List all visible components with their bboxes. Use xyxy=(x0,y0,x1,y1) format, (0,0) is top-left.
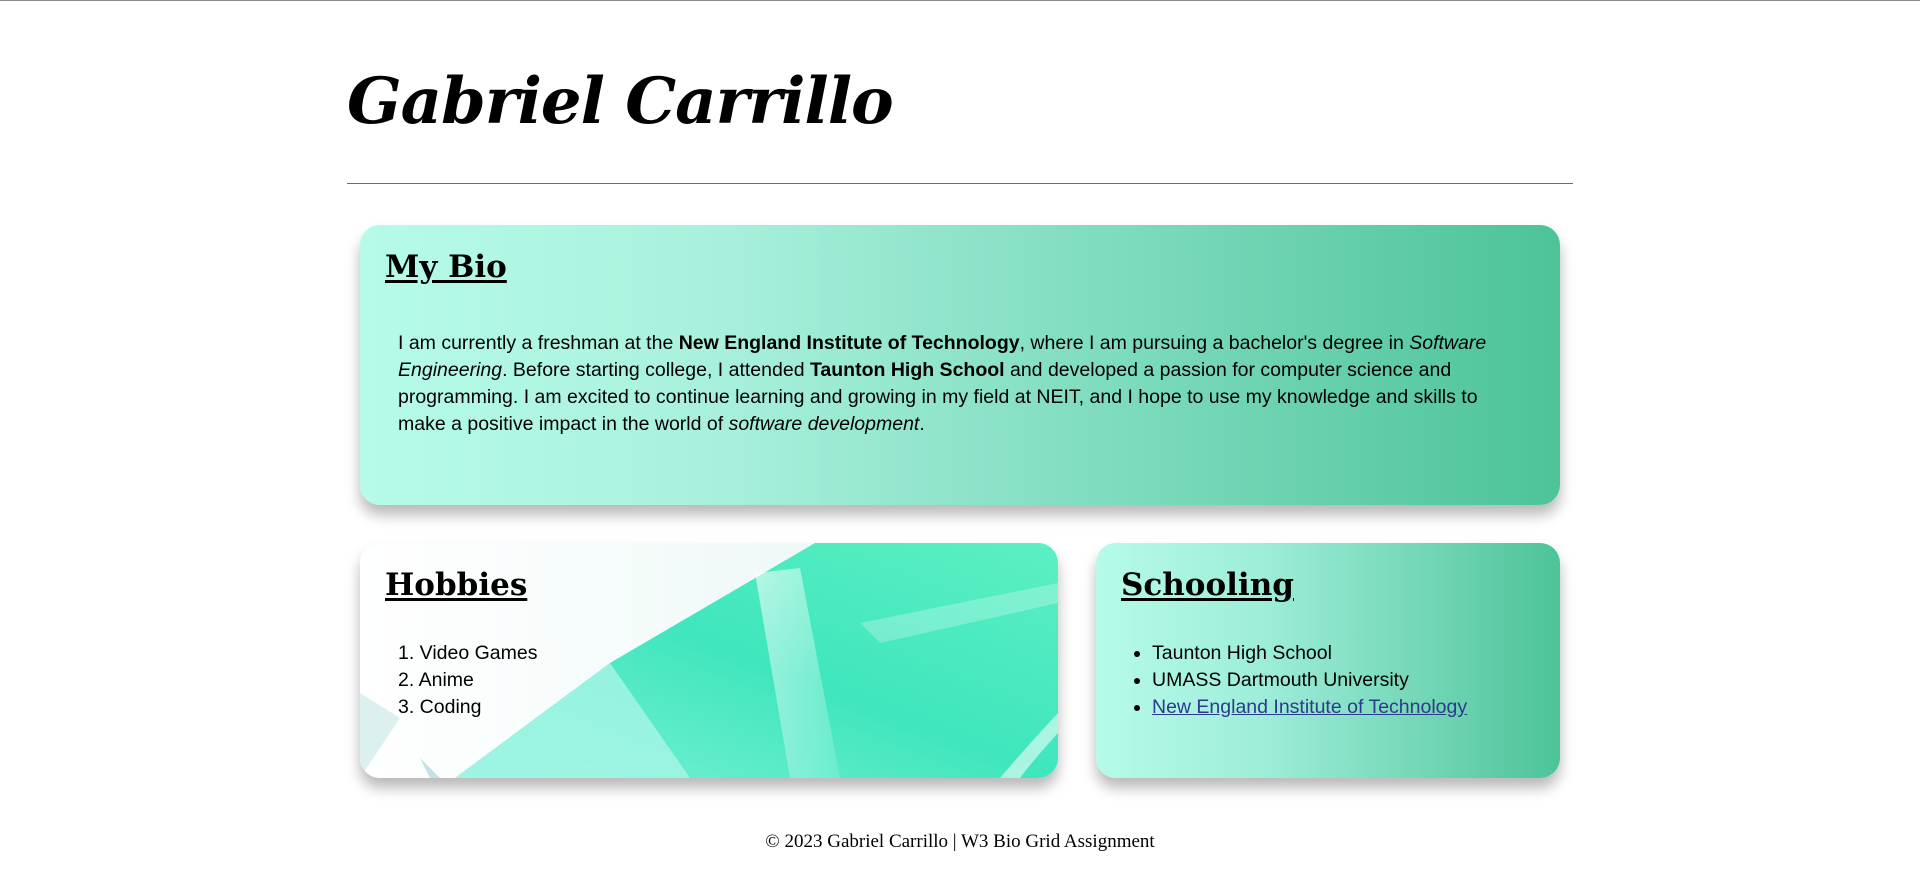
list-item: UMASS Dartmouth University xyxy=(1152,667,1467,694)
list-item: 2. Anime xyxy=(398,669,474,691)
hobbies-heading: Hobbies xyxy=(385,567,528,603)
bio-heading: My Bio xyxy=(385,249,507,285)
bio-text-5: . xyxy=(919,413,925,435)
bio-text-2: , where I am pursuing a bachelor's degre… xyxy=(1019,332,1410,354)
schooling-list: Taunton High School UMASS Dartmouth Univ… xyxy=(1152,640,1467,721)
bio-paragraph: I am currently a freshman at the New Eng… xyxy=(398,330,1518,438)
hobbies-card: Hobbies 1. Video Games 2. Anime 3. Codin… xyxy=(360,543,1058,778)
footer: © 2023 Gabriel Carrillo | W3 Bio Grid As… xyxy=(765,831,1155,852)
bio-bold-neit: New England Institute of Technology xyxy=(678,332,1020,354)
list-item: 1. Video Games xyxy=(398,642,538,664)
neit-link[interactable]: New England Institute of Technology xyxy=(1152,696,1467,718)
bio-card: My Bio I am currently a freshman at the … xyxy=(360,225,1560,505)
schooling-card: Schooling Taunton High School UMASS Dart… xyxy=(1096,543,1560,778)
bio-italic-software-development: software development xyxy=(728,413,920,435)
header-divider xyxy=(347,183,1573,184)
bio-text-1: I am currently a freshman at the xyxy=(398,332,679,354)
page-title: Gabriel Carrillo xyxy=(347,64,894,139)
schooling-heading: Schooling xyxy=(1121,567,1294,603)
hobbies-list: 1. Video Games 2. Anime 3. Coding xyxy=(398,640,537,721)
list-item: New England Institute of Technology xyxy=(1152,694,1467,721)
bio-text-3: . Before starting college, I attended xyxy=(502,359,810,381)
top-border xyxy=(0,0,1920,1)
list-item: 3. Coding xyxy=(398,696,482,718)
bio-bold-taunton: Taunton High School xyxy=(809,359,1005,381)
list-item: Taunton High School xyxy=(1152,640,1467,667)
